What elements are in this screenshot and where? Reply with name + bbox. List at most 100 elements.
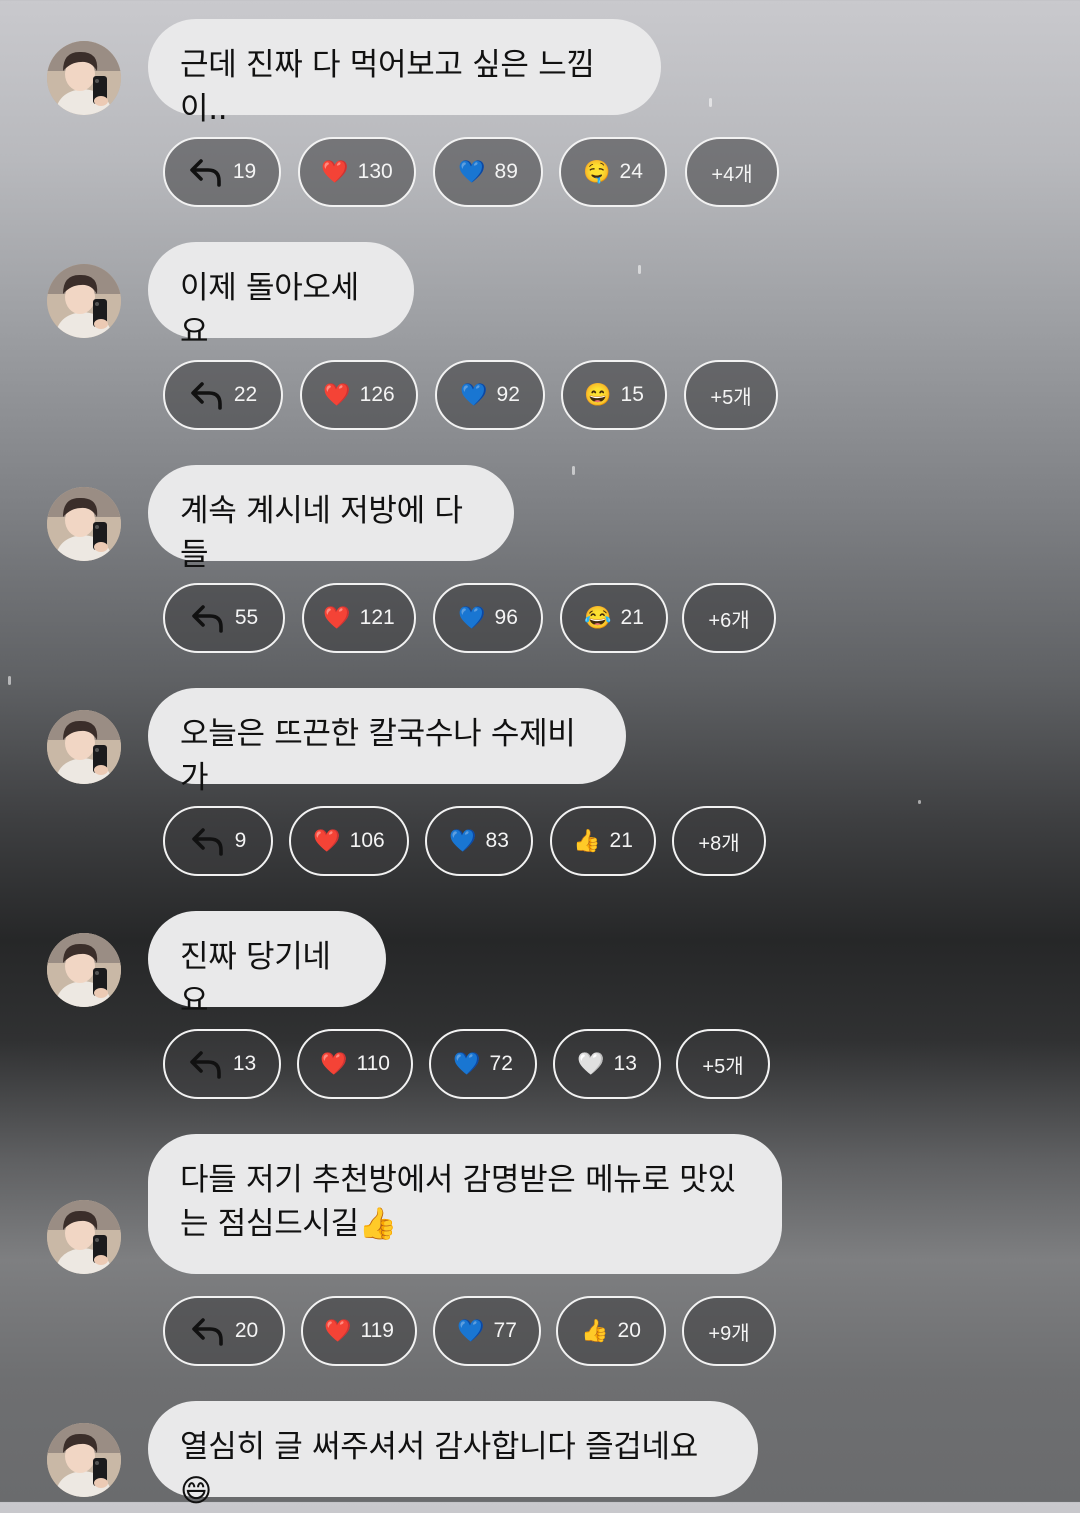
- reaction-chip[interactable]: ❤️ 106: [289, 806, 409, 876]
- message-bubble[interactable]: 이제 돌아오세요: [148, 242, 414, 350]
- reply-arrow-icon: [188, 1049, 224, 1079]
- reaction-chip[interactable]: ❤️ 110: [297, 1029, 413, 1099]
- more-reactions-label: +8개: [698, 832, 740, 855]
- reaction-chip[interactable]: ❤️ 126: [300, 360, 418, 430]
- blue-heart-icon: 💙: [458, 159, 486, 184]
- white-heart-icon: 🤍: [577, 1051, 605, 1076]
- avatar[interactable]: [47, 933, 121, 1007]
- avatar[interactable]: [47, 710, 121, 784]
- blue-heart-icon: 💙: [460, 382, 488, 407]
- reaction-count: 110: [356, 1052, 390, 1075]
- reaction-chip[interactable]: 🤤 24: [559, 137, 667, 207]
- red-heart-icon: ❤️: [313, 828, 341, 853]
- reaction-count: 83: [485, 829, 509, 852]
- reaction-count: 96: [494, 606, 518, 629]
- reaction-count: 126: [359, 383, 395, 406]
- drooling-face-icon: 🤤: [583, 159, 611, 184]
- reaction-count: 121: [359, 606, 395, 629]
- avatar[interactable]: [47, 1423, 121, 1497]
- avatar[interactable]: [47, 487, 121, 561]
- blue-heart-icon: 💙: [453, 1051, 481, 1076]
- reaction-chip[interactable]: 💙 83: [425, 806, 533, 876]
- reply-button[interactable]: 22: [163, 360, 283, 430]
- more-reactions-label: +5개: [702, 1055, 744, 1078]
- reply-count: 19: [232, 160, 257, 183]
- reply-button[interactable]: 55: [163, 583, 285, 653]
- grinning-face-icon: 😄: [584, 382, 612, 407]
- red-heart-icon: ❤️: [320, 1051, 348, 1076]
- background-speck: [709, 98, 712, 107]
- reply-arrow-icon: [189, 380, 225, 410]
- reply-count: 22: [233, 383, 258, 406]
- reaction-chip[interactable]: 💙 96: [433, 583, 543, 653]
- reaction-count: 13: [613, 1052, 637, 1075]
- reaction-chip[interactable]: ❤️ 119: [301, 1296, 417, 1366]
- reaction-count: 24: [619, 160, 643, 183]
- reaction-chip[interactable]: ❤️ 130: [298, 137, 416, 207]
- reply-count: 55: [234, 606, 259, 629]
- more-reactions-button[interactable]: +6개: [682, 583, 776, 653]
- reaction-chip[interactable]: 👍 20: [556, 1296, 666, 1366]
- reaction-count: 119: [360, 1319, 394, 1342]
- reply-button[interactable]: 19: [163, 137, 281, 207]
- reply-button[interactable]: 9: [163, 806, 273, 876]
- avatar[interactable]: [47, 264, 121, 338]
- message-bubble[interactable]: 열심히 글 써주셔서 감사합니다 즐겁네요😄: [148, 1401, 758, 1509]
- more-reactions-label: +4개: [711, 163, 753, 186]
- background-speck: [918, 800, 921, 804]
- reaction-count: 20: [617, 1319, 641, 1342]
- reaction-count: 130: [357, 160, 393, 183]
- reaction-count: 21: [620, 606, 644, 629]
- red-heart-icon: ❤️: [323, 605, 351, 630]
- red-heart-icon: ❤️: [324, 1318, 352, 1343]
- message-bubble[interactable]: 진짜 당기네요: [148, 911, 386, 1019]
- red-heart-icon: ❤️: [323, 382, 351, 407]
- reply-button[interactable]: 13: [163, 1029, 281, 1099]
- reaction-chip[interactable]: 💙 92: [435, 360, 545, 430]
- reaction-chip[interactable]: 💙 89: [433, 137, 543, 207]
- background-speck: [8, 676, 11, 685]
- blue-heart-icon: 💙: [457, 1318, 485, 1343]
- red-heart-icon: ❤️: [321, 159, 349, 184]
- more-reactions-button[interactable]: +4개: [685, 137, 779, 207]
- reaction-count: 72: [489, 1052, 513, 1075]
- more-reactions-label: +5개: [710, 386, 752, 409]
- reaction-chip[interactable]: 👍 21: [550, 806, 656, 876]
- reaction-count: 21: [609, 829, 633, 852]
- reply-arrow-icon: [190, 603, 226, 633]
- message-bubble[interactable]: 근데 진짜 다 먹어보고 싶은 느낌이..: [148, 19, 661, 127]
- reply-button[interactable]: 20: [163, 1296, 285, 1366]
- blue-heart-icon: 💙: [458, 605, 486, 630]
- blue-heart-icon: 💙: [449, 828, 477, 853]
- reaction-chip[interactable]: 😂 21: [560, 583, 668, 653]
- reaction-chip[interactable]: ❤️ 121: [302, 583, 416, 653]
- reaction-chip[interactable]: 💙 77: [433, 1296, 541, 1366]
- avatar[interactable]: [47, 41, 121, 115]
- more-reactions-button[interactable]: +5개: [684, 360, 778, 430]
- reply-count: 13: [232, 1052, 257, 1075]
- reaction-count: 92: [496, 383, 520, 406]
- reaction-count: 77: [493, 1319, 517, 1342]
- more-reactions-button[interactable]: +9개: [682, 1296, 776, 1366]
- tears-of-joy-icon: 😂: [584, 605, 612, 630]
- thumbs-up-icon: 👍: [573, 828, 601, 853]
- message-bubble[interactable]: 계속 계시네 저방에 다들: [148, 465, 514, 573]
- reply-count: 9: [234, 829, 247, 852]
- message-bubble[interactable]: 다들 저기 추천방에서 감명받은 메뉴로 맛있는 점심드시길👍: [148, 1134, 782, 1274]
- more-reactions-label: +9개: [708, 1322, 750, 1345]
- more-reactions-button[interactable]: +8개: [672, 806, 766, 876]
- reply-count: 20: [234, 1319, 259, 1342]
- more-reactions-button[interactable]: +5개: [676, 1029, 770, 1099]
- avatar[interactable]: [47, 1200, 121, 1274]
- reaction-chip[interactable]: 😄 15: [561, 360, 667, 430]
- background-speck: [638, 265, 641, 274]
- reply-arrow-icon: [190, 826, 226, 856]
- reaction-chip[interactable]: 🤍 13: [553, 1029, 661, 1099]
- reaction-chip[interactable]: 💙 72: [429, 1029, 537, 1099]
- reaction-count: 15: [620, 383, 644, 406]
- reply-arrow-icon: [188, 157, 224, 187]
- message-bubble[interactable]: 오늘은 뜨끈한 칼국수나 수제비가: [148, 688, 626, 796]
- more-reactions-label: +6개: [708, 609, 750, 632]
- reply-arrow-icon: [190, 1316, 226, 1346]
- thumbs-up-icon: 👍: [581, 1318, 609, 1343]
